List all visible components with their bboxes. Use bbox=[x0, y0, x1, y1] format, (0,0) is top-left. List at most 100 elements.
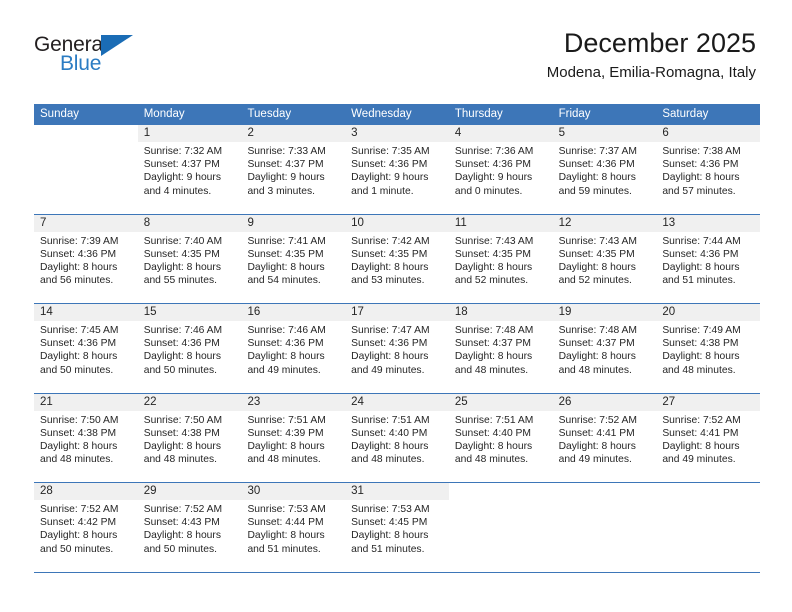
day-details: Sunrise: 7:45 AM Sunset: 4:36 PM Dayligh… bbox=[34, 321, 138, 377]
day-number: 4 bbox=[448, 125, 553, 142]
calendar-day-cell[interactable]: 27 Sunrise: 7:52 AM Sunset: 4:41 PM Dayl… bbox=[656, 393, 761, 482]
calendar-day-cell[interactable]: 25 Sunrise: 7:51 AM Sunset: 4:40 PM Dayl… bbox=[448, 393, 553, 482]
daylight-text-2: and 49 minutes. bbox=[558, 454, 632, 466]
sunset-text: Sunset: 4:36 PM bbox=[454, 159, 532, 171]
daylight-text-2: and 48 minutes. bbox=[351, 454, 425, 466]
logo-triangle-icon bbox=[101, 35, 133, 56]
daylight-text-2: and 53 minutes. bbox=[351, 275, 425, 287]
day-details: Sunrise: 7:40 AM Sunset: 4:35 PM Dayligh… bbox=[138, 232, 242, 288]
sunset-text: Sunset: 4:35 PM bbox=[351, 248, 428, 260]
calendar-day-cell[interactable]: 21 Sunrise: 7:50 AM Sunset: 4:38 PM Dayl… bbox=[34, 393, 138, 482]
day-number: 20 bbox=[656, 304, 761, 321]
day-number: 24 bbox=[345, 393, 449, 411]
calendar-day-cell[interactable]: 7 Sunrise: 7:39 AM Sunset: 4:36 PM Dayli… bbox=[34, 214, 138, 303]
calendar-day-cell[interactable]: 4 Sunrise: 7:36 AM Sunset: 4:36 PM Dayli… bbox=[448, 125, 553, 214]
day-number: 28 bbox=[34, 483, 138, 500]
calendar-day-cell[interactable]: 6 Sunrise: 7:38 AM Sunset: 4:36 PM Dayli… bbox=[656, 125, 761, 214]
calendar-day-cell[interactable]: 31 Sunrise: 7:53 AM Sunset: 4:45 PM Dayl… bbox=[345, 483, 449, 572]
day-details bbox=[656, 500, 760, 503]
calendar-day-cell[interactable]: 22 Sunrise: 7:50 AM Sunset: 4:38 PM Dayl… bbox=[137, 393, 242, 482]
weekday-header-monday: Monday bbox=[143, 108, 185, 120]
calendar-day-cell[interactable]: 17 Sunrise: 7:47 AM Sunset: 4:36 PM Dayl… bbox=[345, 304, 449, 393]
daylight-text-2: and 52 minutes. bbox=[454, 275, 529, 287]
day-number: 25 bbox=[448, 393, 553, 411]
calendar-day-cell[interactable]: 1 Sunrise: 7:32 AM Sunset: 4:37 PM Dayli… bbox=[137, 125, 242, 214]
day-details: Sunrise: 7:50 AM Sunset: 4:38 PM Dayligh… bbox=[34, 411, 138, 467]
daylight-text-1: Daylight: 8 hours bbox=[40, 440, 118, 452]
day-number: 2 bbox=[241, 125, 346, 142]
daylight-text-1: Daylight: 8 hours bbox=[454, 261, 533, 273]
sunset-text: Sunset: 4:37 PM bbox=[247, 159, 324, 171]
daylight-text-1: Daylight: 8 hours bbox=[143, 530, 221, 542]
calendar-day-cell[interactable] bbox=[656, 483, 761, 572]
sunset-text: Sunset: 4:36 PM bbox=[351, 338, 428, 350]
daylight-text-2: and 54 minutes. bbox=[247, 275, 321, 287]
sunset-text: Sunset: 4:37 PM bbox=[143, 159, 220, 171]
calendar-day-cell[interactable]: 5 Sunrise: 7:37 AM Sunset: 4:36 PM Dayli… bbox=[552, 125, 657, 214]
calendar-day-cell[interactable]: 16 Sunrise: 7:46 AM Sunset: 4:36 PM Dayl… bbox=[241, 304, 346, 393]
calendar-day-cell[interactable] bbox=[34, 125, 138, 214]
sunset-text: Sunset: 4:44 PM bbox=[247, 517, 324, 529]
calendar-day-cell[interactable]: 15 Sunrise: 7:46 AM Sunset: 4:36 PM Dayl… bbox=[137, 304, 242, 393]
daylight-text-1: Daylight: 8 hours bbox=[351, 440, 429, 452]
calendar-day-cell[interactable]: 14 Sunrise: 7:45 AM Sunset: 4:36 PM Dayl… bbox=[34, 304, 138, 393]
calendar-day-cell[interactable]: 18 Sunrise: 7:48 AM Sunset: 4:37 PM Dayl… bbox=[448, 304, 553, 393]
daylight-text-2: and 50 minutes. bbox=[143, 364, 217, 376]
calendar-day-cell[interactable]: 28 Sunrise: 7:52 AM Sunset: 4:42 PM Dayl… bbox=[34, 483, 138, 572]
calendar-day-cell[interactable]: 23 Sunrise: 7:51 AM Sunset: 4:39 PM Dayl… bbox=[241, 393, 346, 482]
sunset-text: Sunset: 4:36 PM bbox=[662, 248, 739, 260]
daylight-text-1: Daylight: 9 hours bbox=[247, 172, 325, 184]
sunrise-text: Sunrise: 7:52 AM bbox=[558, 414, 638, 426]
daylight-text-1: Daylight: 8 hours bbox=[143, 440, 221, 452]
day-number: 14 bbox=[34, 304, 138, 321]
daylight-text-2: and 49 minutes. bbox=[351, 364, 425, 376]
calendar-day-cell[interactable]: 24 Sunrise: 7:51 AM Sunset: 4:40 PM Dayl… bbox=[345, 393, 449, 482]
sunset-text: Sunset: 4:35 PM bbox=[454, 248, 532, 260]
page-title: December 2025 bbox=[563, 28, 756, 58]
calendar-day-cell[interactable]: 11 Sunrise: 7:43 AM Sunset: 4:35 PM Dayl… bbox=[448, 214, 553, 303]
daylight-text-1: Daylight: 9 hours bbox=[351, 172, 429, 184]
weekday-header-saturday: Saturday bbox=[662, 108, 709, 120]
day-number: 17 bbox=[345, 304, 449, 321]
calendar-day-cell[interactable]: 13 Sunrise: 7:44 AM Sunset: 4:36 PM Dayl… bbox=[656, 214, 761, 303]
sunrise-text: Sunrise: 7:40 AM bbox=[143, 235, 223, 247]
sunset-text: Sunset: 4:40 PM bbox=[454, 427, 532, 439]
daylight-text-1: Daylight: 8 hours bbox=[40, 261, 118, 273]
day-number bbox=[448, 483, 553, 500]
calendar-grid: Sunday Monday Tuesday Wednesday Thursday… bbox=[34, 104, 761, 573]
generalblue-logo[interactable]: General Blue bbox=[34, 33, 204, 83]
calendar-week-row: 7 Sunrise: 7:39 AM Sunset: 4:36 PM Dayli… bbox=[34, 214, 761, 304]
calendar-day-cell[interactable]: 2 Sunrise: 7:33 AM Sunset: 4:37 PM Dayli… bbox=[241, 125, 346, 214]
daylight-text-2: and 57 minutes. bbox=[662, 185, 736, 197]
sunset-text: Sunset: 4:37 PM bbox=[454, 338, 532, 350]
daylight-text-2: and 48 minutes. bbox=[143, 454, 217, 466]
daylight-text-1: Daylight: 8 hours bbox=[454, 351, 533, 363]
calendar-day-cell[interactable] bbox=[448, 483, 553, 572]
calendar-day-cell[interactable] bbox=[552, 483, 657, 572]
sunset-text: Sunset: 4:35 PM bbox=[558, 248, 635, 260]
sunset-text: Sunset: 4:36 PM bbox=[247, 338, 324, 350]
calendar-day-cell[interactable]: 19 Sunrise: 7:48 AM Sunset: 4:37 PM Dayl… bbox=[552, 304, 657, 393]
sunset-text: Sunset: 4:36 PM bbox=[40, 248, 117, 260]
daylight-text-1: Daylight: 8 hours bbox=[454, 440, 533, 452]
sunrise-text: Sunrise: 7:43 AM bbox=[454, 235, 534, 247]
sunrise-text: Sunrise: 7:52 AM bbox=[40, 504, 119, 515]
daylight-text-2: and 55 minutes. bbox=[143, 275, 217, 287]
calendar-day-cell[interactable]: 9 Sunrise: 7:41 AM Sunset: 4:35 PM Dayli… bbox=[241, 214, 346, 303]
calendar-day-cell[interactable]: 26 Sunrise: 7:52 AM Sunset: 4:41 PM Dayl… bbox=[552, 393, 657, 482]
daylight-text-2: and 51 minutes. bbox=[247, 543, 321, 555]
calendar-day-cell[interactable]: 10 Sunrise: 7:42 AM Sunset: 4:35 PM Dayl… bbox=[345, 214, 449, 303]
calendar-day-cell[interactable]: 20 Sunrise: 7:49 AM Sunset: 4:38 PM Dayl… bbox=[656, 304, 761, 393]
day-number: 16 bbox=[241, 304, 346, 321]
daylight-text-1: Daylight: 8 hours bbox=[662, 172, 740, 184]
daylight-text-1: Daylight: 8 hours bbox=[558, 351, 636, 363]
day-number: 31 bbox=[345, 483, 449, 500]
calendar-day-cell[interactable]: 3 Sunrise: 7:35 AM Sunset: 4:36 PM Dayli… bbox=[345, 125, 449, 214]
calendar-day-cell[interactable]: 30 Sunrise: 7:53 AM Sunset: 4:44 PM Dayl… bbox=[241, 483, 346, 572]
sunset-text: Sunset: 4:38 PM bbox=[662, 338, 739, 350]
calendar-day-cell[interactable]: 8 Sunrise: 7:40 AM Sunset: 4:35 PM Dayli… bbox=[137, 214, 242, 303]
day-details: Sunrise: 7:50 AM Sunset: 4:38 PM Dayligh… bbox=[138, 411, 242, 467]
day-number: 27 bbox=[656, 393, 761, 411]
calendar-day-cell[interactable]: 29 Sunrise: 7:52 AM Sunset: 4:43 PM Dayl… bbox=[137, 483, 242, 572]
calendar-day-cell[interactable]: 12 Sunrise: 7:43 AM Sunset: 4:35 PM Dayl… bbox=[552, 214, 657, 303]
